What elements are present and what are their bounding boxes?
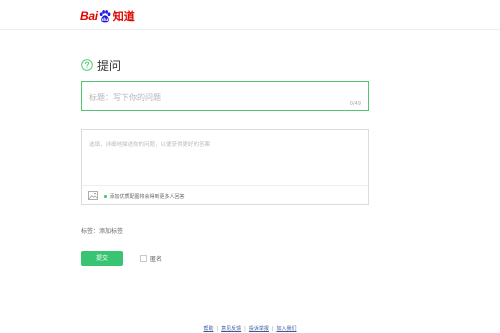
footer-separator: | (216, 325, 219, 332)
title-input-placeholder: 标题：写下你的问题 (89, 93, 161, 102)
question-title-input[interactable]: 标题：写下你的问题 0/49 (81, 81, 369, 111)
anonymous-label: 匿名 (150, 256, 163, 263)
question-circle-icon (81, 59, 93, 71)
title-char-counter: 0/49 (349, 101, 361, 107)
image-hint-text: 添加优质配图将会得到更多人回答 (109, 194, 185, 200)
logo-text-bai: Bai (80, 9, 98, 23)
image-hint: 添加优质配图将会得到更多人回答 (104, 193, 185, 200)
footer-links: 帮助 | 意见反馈 | 投诉举报 | 加入我们 (0, 325, 500, 333)
paw-icon: du (99, 9, 111, 23)
footer-link-join-us[interactable]: 加入我们 (277, 325, 297, 332)
tags-row: 标签： 添加标签 (81, 226, 123, 235)
image-upload-icon[interactable] (88, 191, 98, 200)
submit-button[interactable]: 提交 (81, 251, 123, 266)
question-description-input[interactable]: 选填，详细地描述你的问题，以便获得更好的答案 添加优质配图将会得到更多人回答 (81, 129, 369, 205)
footer-separator: | (271, 325, 274, 332)
anonymous-option[interactable]: 匿名 (140, 254, 162, 263)
description-placeholder: 选填，详细地描述你的问题，以便获得更好的答案 (89, 142, 211, 148)
page-title: 提问 (97, 58, 122, 73)
logo-text-zhidao: 知道 (112, 10, 135, 23)
footer-separator: | (244, 325, 246, 332)
tags-label: 标签： (81, 228, 100, 235)
anonymous-checkbox[interactable] (140, 255, 147, 262)
baidu-zhidao-logo[interactable]: Bai du 知道 (80, 9, 135, 23)
footer-link-help[interactable]: 帮助 (203, 325, 213, 332)
description-toolbar: 添加优质配图将会得到更多人回答 (82, 185, 368, 205)
top-header: Bai du 知道 (0, 0, 500, 30)
footer-link-feedback[interactable]: 意见反馈 (221, 325, 241, 332)
add-tags-link[interactable]: 添加标签 (99, 226, 123, 235)
hint-bullet-icon (104, 195, 107, 198)
page-title-row: 提问 (81, 57, 121, 73)
footer-link-report[interactable]: 投诉举报 (249, 325, 269, 332)
logo-text-du: du (102, 17, 109, 23)
